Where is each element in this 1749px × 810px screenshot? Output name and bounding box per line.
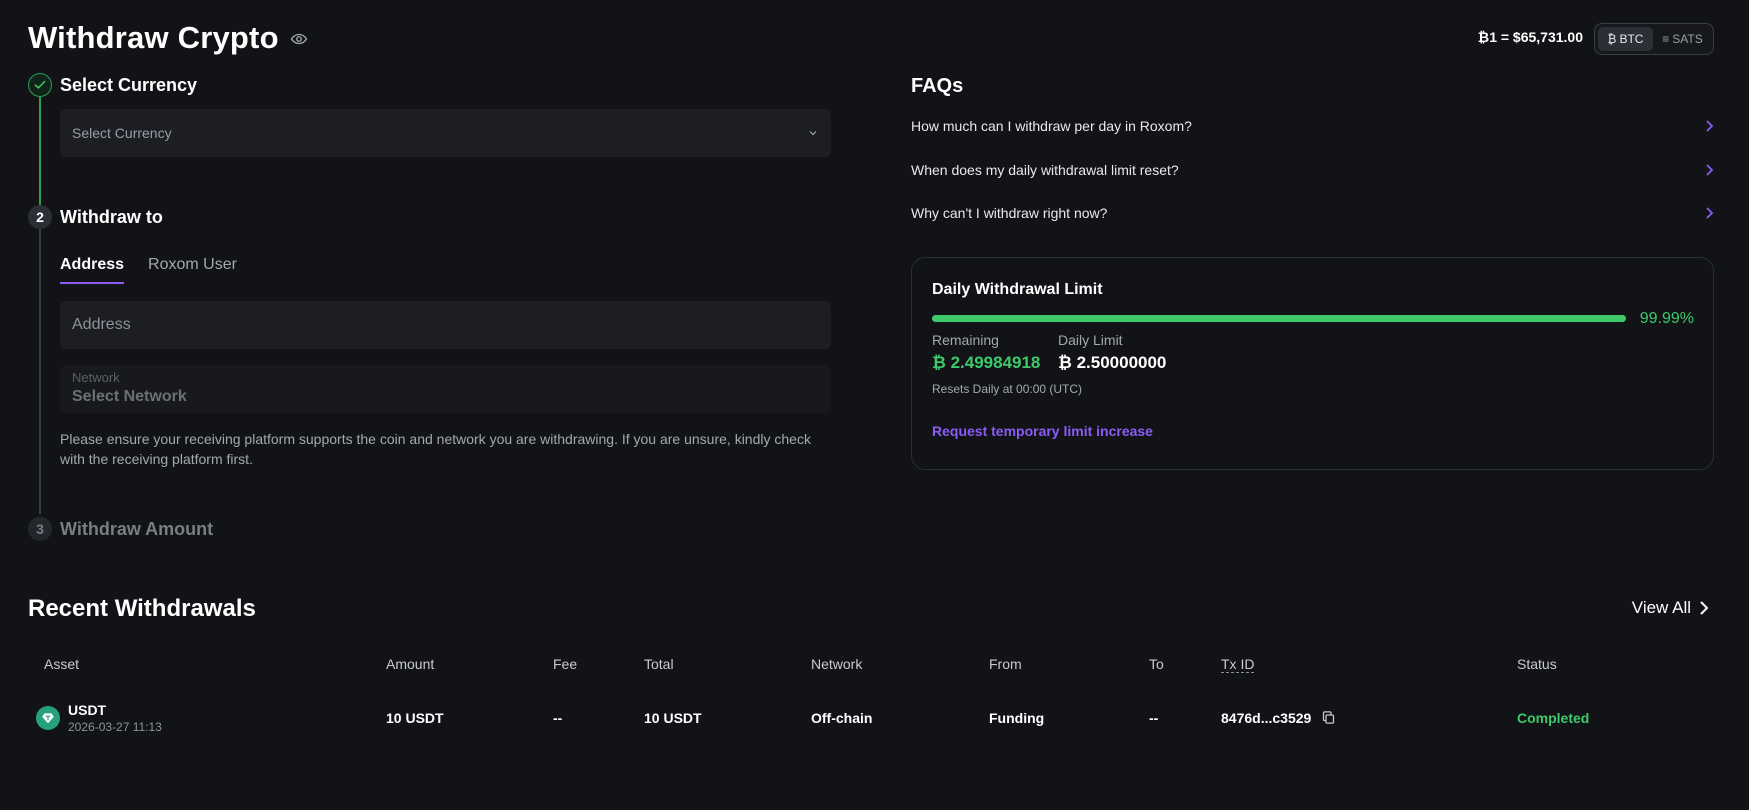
btc-icon: ₿	[1607, 32, 1617, 46]
eye-icon[interactable]	[289, 30, 309, 48]
daily-limit-card: Daily Withdrawal Limit 99.99% Remaining …	[911, 257, 1714, 470]
check-icon	[34, 80, 46, 89]
table-row-asset: USDT 2026-03-27 11:13	[36, 702, 162, 734]
btc-rate: ₿1 = $65,731.00	[1477, 29, 1583, 45]
address-field-wrapper	[60, 301, 831, 349]
chevron-right-icon	[1706, 164, 1714, 176]
daily-limit-value: ₿ 2.50000000	[1058, 353, 1167, 372]
column-header-status: Status	[1517, 656, 1557, 672]
limit-progress-bar	[932, 315, 1626, 322]
column-header-txid[interactable]: Tx ID	[1221, 656, 1255, 673]
network-hint: Please ensure your receiving platform su…	[60, 431, 811, 467]
tab-address[interactable]: Address	[60, 256, 125, 284]
column-header-from: From	[989, 656, 1022, 672]
cell-to: --	[1149, 710, 1159, 726]
cell-network: Off-chain	[811, 710, 873, 726]
remaining-label: Remaining	[932, 332, 999, 348]
withdraw-to-tabs: Address Roxom User	[60, 256, 237, 284]
step-number-badge: 2	[28, 205, 52, 229]
chevron-right-icon	[1706, 120, 1714, 132]
unit-toggle: ₿ BTC ≡ SATS	[1594, 23, 1714, 55]
column-header-asset: Asset	[44, 656, 80, 672]
faq-question: When does my daily withdrawal limit rese…	[911, 162, 1179, 178]
cell-txid: 8476d...c3529	[1221, 710, 1336, 726]
cell-total: 10 USDT	[644, 710, 702, 726]
limit-progress-fill	[932, 315, 1626, 322]
chevron-right-icon	[1706, 207, 1714, 219]
cell-amount: 10 USDT	[386, 710, 444, 726]
remaining-value: ₿ 2.49984918	[932, 353, 1041, 372]
recent-withdrawals-title: Recent Withdrawals	[28, 595, 256, 622]
stepper-line-complete	[39, 97, 41, 205]
cell-fee: --	[553, 710, 563, 726]
tether-icon	[36, 706, 60, 730]
step-number-badge: 3	[28, 517, 52, 541]
sats-icon: ≡	[1662, 32, 1670, 46]
address-input[interactable]	[72, 316, 819, 334]
currency-select-placeholder: Select Currency	[72, 125, 172, 141]
chevron-down-icon	[809, 131, 817, 136]
withdrawal-date: 2026-03-27 11:13	[68, 720, 162, 734]
column-header-to: To	[1149, 656, 1164, 672]
faq-item[interactable]: When does my daily withdrawal limit rese…	[911, 162, 1714, 178]
limit-title: Daily Withdrawal Limit	[932, 281, 1103, 298]
column-header-fee: Fee	[553, 656, 578, 672]
request-limit-increase-link[interactable]: Request temporary limit increase	[932, 423, 1153, 439]
cell-from: Funding	[989, 710, 1045, 726]
step-title-withdraw-amount: Withdraw Amount	[60, 519, 214, 539]
stepper-line-pending	[39, 228, 41, 514]
network-placeholder: Select Network	[72, 388, 187, 405]
page-title: Withdraw Crypto	[28, 20, 279, 55]
faqs-title: FAQs	[911, 75, 964, 97]
faq-item[interactable]: How much can I withdraw per day in Roxom…	[911, 118, 1714, 134]
resets-note: Resets Daily at 00:00 (UTC)	[932, 382, 1083, 396]
daily-limit-label: Daily Limit	[1058, 332, 1123, 348]
network-select[interactable]: Network Select Network	[60, 365, 831, 413]
txid-value: 8476d...c3529	[1221, 710, 1312, 726]
copy-icon[interactable]	[1321, 710, 1336, 725]
column-header-amount: Amount	[386, 656, 435, 672]
chevron-right-icon	[1700, 601, 1709, 615]
step-title-select-currency: Select Currency	[60, 75, 198, 95]
faq-question: Why can't I withdraw right now?	[911, 205, 1108, 221]
step-complete-badge	[28, 73, 52, 97]
asset-name: USDT	[68, 702, 107, 718]
unit-sats-button[interactable]: ≡ SATS	[1655, 27, 1710, 51]
currency-select[interactable]: Select Currency	[60, 109, 831, 157]
status-badge: Completed	[1517, 710, 1590, 726]
column-header-network: Network	[811, 656, 863, 672]
unit-btc-button[interactable]: ₿ BTC	[1598, 27, 1653, 51]
column-header-total: Total	[644, 656, 674, 672]
withdraw-page: Withdraw Crypto ₿1 = $65,731.00 ₿ BTC ≡ …	[0, 0, 1749, 810]
network-label: Network	[72, 370, 120, 385]
tab-roxom-user[interactable]: Roxom User	[148, 256, 237, 284]
step-title-withdraw-to: Withdraw to	[60, 207, 163, 227]
faq-item[interactable]: Why can't I withdraw right now?	[911, 205, 1714, 221]
faq-question: How much can I withdraw per day in Roxom…	[911, 118, 1192, 134]
view-all-label: View All	[1631, 598, 1691, 617]
view-all-button[interactable]: View All	[1632, 598, 1709, 618]
limit-progress-percent: 99.99%	[1639, 310, 1694, 327]
